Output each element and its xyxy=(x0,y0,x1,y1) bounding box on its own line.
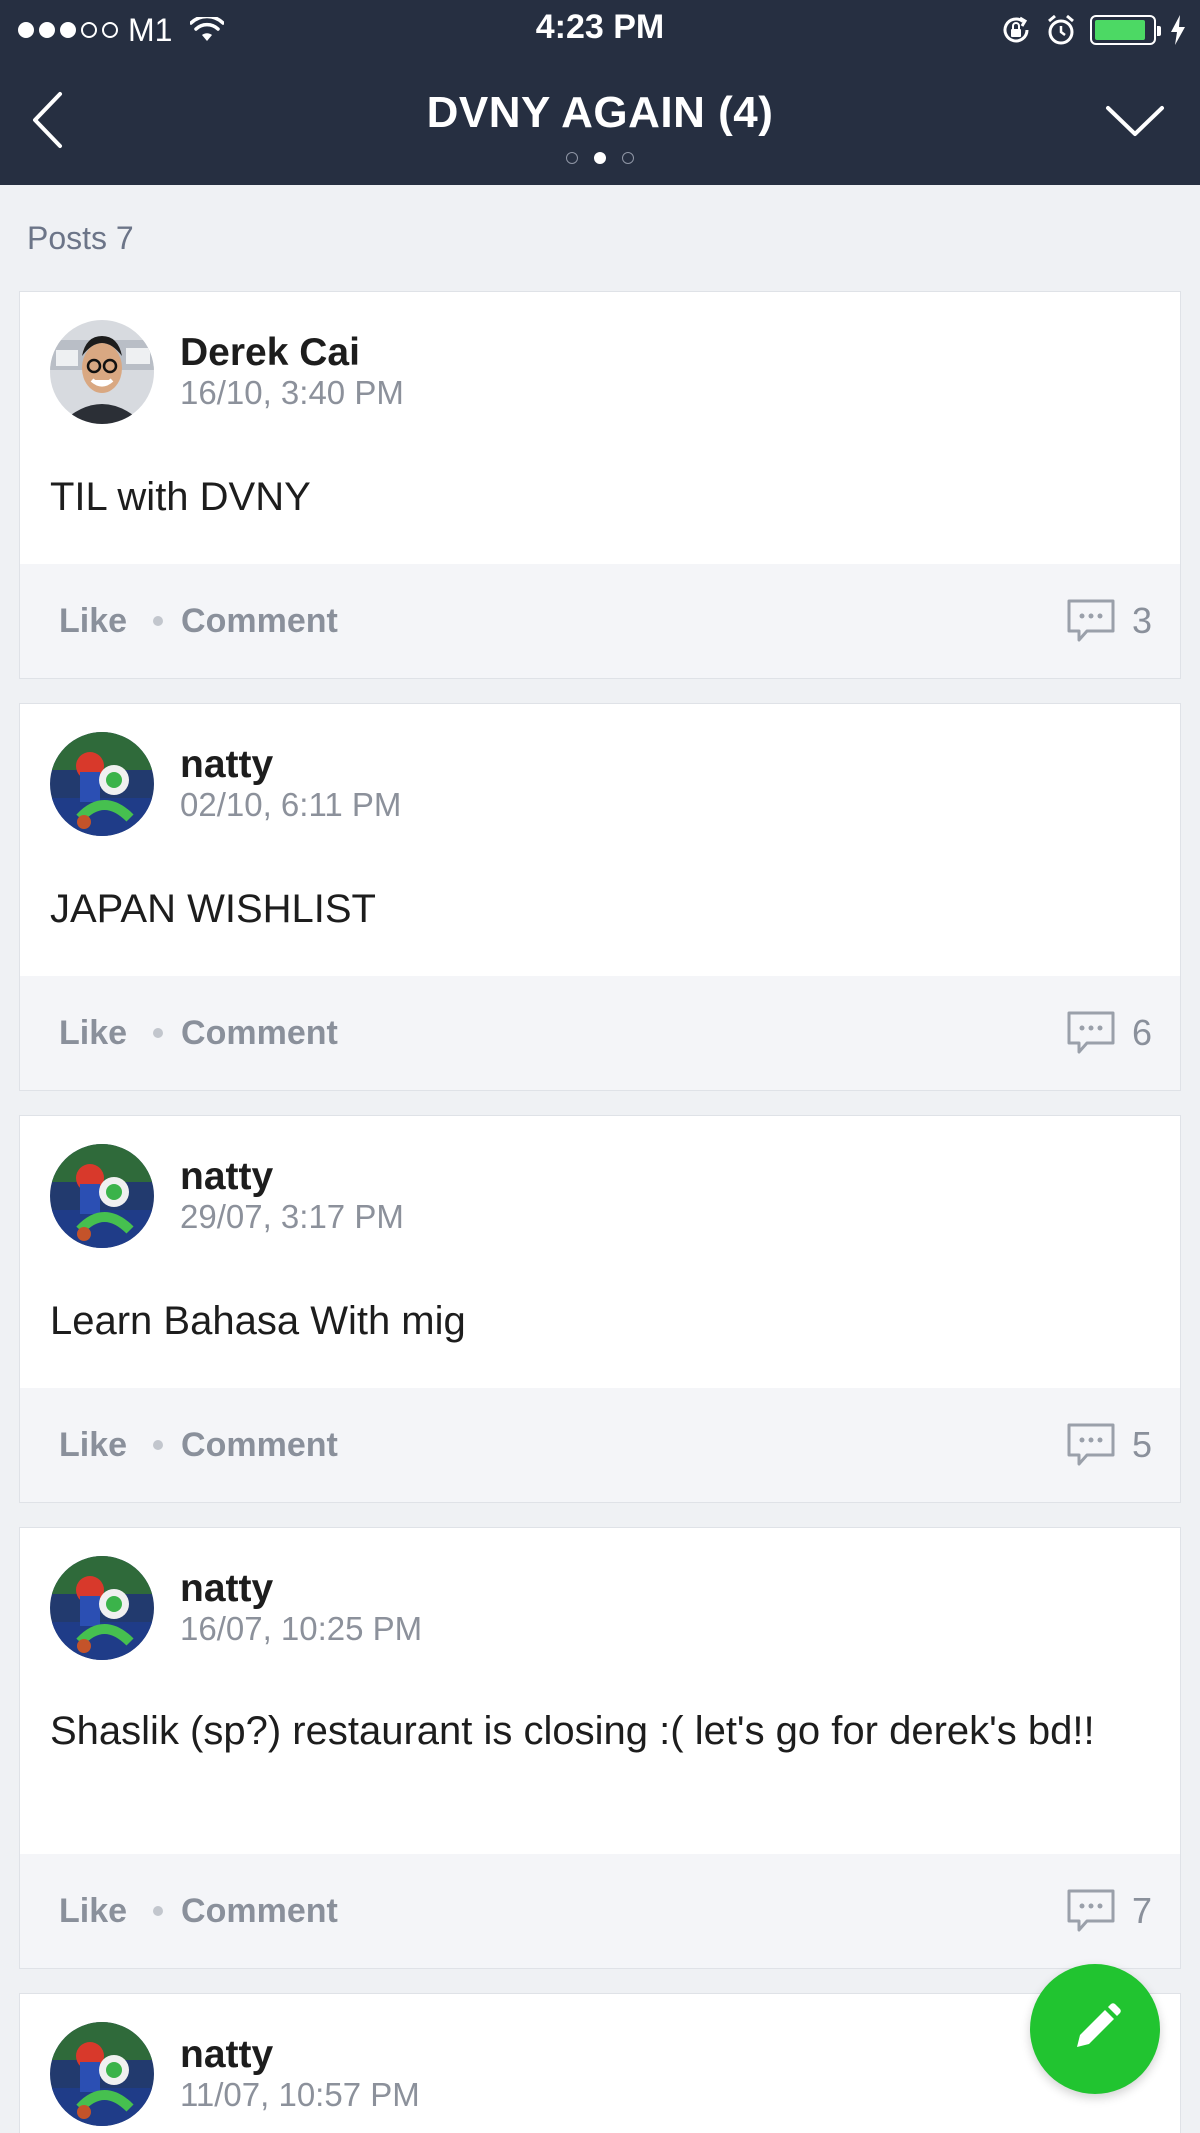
post-actions: Like Comment 7 xyxy=(20,1854,1180,1968)
app-header: M1 4:23 PM DVNY AGAIN (4) xyxy=(0,0,1200,185)
chevron-down-icon xyxy=(1106,106,1164,136)
comment-count[interactable]: 3 xyxy=(1066,564,1152,678)
post-actions: Like Comment 3 xyxy=(20,564,1180,678)
post-author[interactable]: natty xyxy=(180,2034,420,2076)
post-card[interactable]: natty 02/10, 6:11 PM JAPAN WISHLIST Like… xyxy=(19,703,1181,1091)
post-time: 02/10, 6:11 PM xyxy=(180,786,402,823)
post-actions: Like Comment 6 xyxy=(20,976,1180,1090)
action-separator xyxy=(153,1440,164,1450)
battery-level xyxy=(1095,20,1146,40)
post-time: 16/10, 3:40 PM xyxy=(180,374,404,411)
battery-cap xyxy=(1157,26,1161,36)
page-dot[interactable] xyxy=(622,152,634,164)
avatar[interactable] xyxy=(50,2022,154,2126)
comment-button[interactable]: Comment xyxy=(181,1426,338,1465)
comment-count-value: 3 xyxy=(1131,600,1152,641)
avatar[interactable] xyxy=(50,320,154,424)
comment-bubble-icon xyxy=(1067,1011,1115,1054)
comment-bubble-icon xyxy=(1067,599,1115,642)
post-meta: natty 11/07, 10:57 PM xyxy=(180,2034,420,2114)
post-author[interactable]: Derek Cai xyxy=(180,332,404,374)
page-title: DVNY AGAIN (4) xyxy=(426,88,774,137)
post-header: Derek Cai 16/10, 3:40 PM xyxy=(50,320,404,424)
action-separator xyxy=(153,1028,164,1038)
comment-button[interactable]: Comment xyxy=(181,1892,338,1931)
status-icons xyxy=(1000,10,1186,50)
comment-count[interactable]: 6 xyxy=(1066,976,1152,1090)
post-text[interactable]: JAPAN WISHLIST xyxy=(50,882,1140,937)
comment-bubble-icon xyxy=(1067,1889,1115,1932)
page-indicator xyxy=(0,152,1200,164)
status-bar: M1 4:23 PM xyxy=(0,0,1200,58)
alarm-icon xyxy=(1048,14,1074,45)
post-text[interactable]: TIL with DVNY xyxy=(50,470,1140,525)
avatar[interactable] xyxy=(50,1144,154,1248)
like-button[interactable]: Like xyxy=(59,1892,127,1931)
post-card[interactable]: natty 11/07, 10:57 PM xyxy=(19,1993,1181,2133)
action-separator xyxy=(153,616,164,626)
avatar-mario-icon xyxy=(50,2022,154,2126)
avatar-mario-icon xyxy=(50,1144,154,1248)
post-meta: natty 02/10, 6:11 PM xyxy=(180,744,401,824)
comment-button[interactable]: Comment xyxy=(181,602,338,641)
post-card[interactable]: Derek Cai 16/10, 3:40 PM TIL with DVNY L… xyxy=(19,291,1181,679)
comment-count-value: 5 xyxy=(1131,1424,1152,1465)
post-card[interactable]: natty 16/07, 10:25 PM Shaslik (sp?) rest… xyxy=(19,1527,1181,1969)
post-text[interactable]: Shaslik (sp?) restaurant is closing :( l… xyxy=(50,1704,1140,1759)
action-separator xyxy=(153,1906,164,1916)
post-header: natty 29/07, 3:17 PM xyxy=(50,1144,404,1248)
post-text[interactable]: Learn Bahasa With mig xyxy=(50,1294,1140,1349)
rotation-lock-icon xyxy=(1003,16,1029,43)
post-meta: natty 29/07, 3:17 PM xyxy=(180,1156,404,1236)
post-time: 29/07, 3:17 PM xyxy=(180,1198,404,1235)
avatar-mario-icon xyxy=(50,732,154,836)
post-author[interactable]: natty xyxy=(180,744,401,786)
like-button[interactable]: Like xyxy=(59,1014,127,1053)
compose-post-button[interactable] xyxy=(1030,1964,1160,2094)
nav-bar: DVNY AGAIN (4) xyxy=(0,58,1200,185)
avatar-mario-icon xyxy=(50,1556,154,1660)
battery-icon xyxy=(1090,15,1161,45)
comment-count-value: 6 xyxy=(1131,1012,1152,1053)
charging-icon xyxy=(1171,15,1185,45)
avatar-photo-icon xyxy=(50,320,154,424)
avatar[interactable] xyxy=(50,1556,154,1660)
post-author[interactable]: natty xyxy=(180,1568,422,1610)
post-time: 16/07, 10:25 PM xyxy=(180,1610,423,1647)
post-actions: Like Comment 5 xyxy=(20,1388,1180,1502)
post-header: natty 11/07, 10:57 PM xyxy=(50,2022,420,2126)
post-time: 11/07, 10:57 PM xyxy=(180,2076,420,2113)
page-dot-active[interactable] xyxy=(594,152,606,164)
page-dot[interactable] xyxy=(566,152,578,164)
post-header: natty 16/07, 10:25 PM xyxy=(50,1556,422,1660)
comment-count[interactable]: 7 xyxy=(1066,1854,1152,1968)
like-button[interactable]: Like xyxy=(59,1426,127,1465)
comment-count-value: 7 xyxy=(1131,1890,1152,1931)
post-author[interactable]: natty xyxy=(180,1156,404,1198)
post-meta: Derek Cai 16/10, 3:40 PM xyxy=(180,332,404,412)
post-meta: natty 16/07, 10:25 PM xyxy=(180,1568,422,1648)
comment-count[interactable]: 5 xyxy=(1066,1388,1152,1502)
post-header: natty 02/10, 6:11 PM xyxy=(50,732,401,836)
menu-toggle-button[interactable] xyxy=(1100,98,1170,144)
comment-button[interactable]: Comment xyxy=(181,1014,338,1053)
pencil-icon xyxy=(1077,2003,1121,2047)
avatar[interactable] xyxy=(50,732,154,836)
posts-count: Posts 7 xyxy=(27,220,134,256)
like-button[interactable]: Like xyxy=(59,602,127,641)
comment-bubble-icon xyxy=(1067,1423,1115,1466)
post-card[interactable]: natty 29/07, 3:17 PM Learn Bahasa With m… xyxy=(19,1115,1181,1503)
